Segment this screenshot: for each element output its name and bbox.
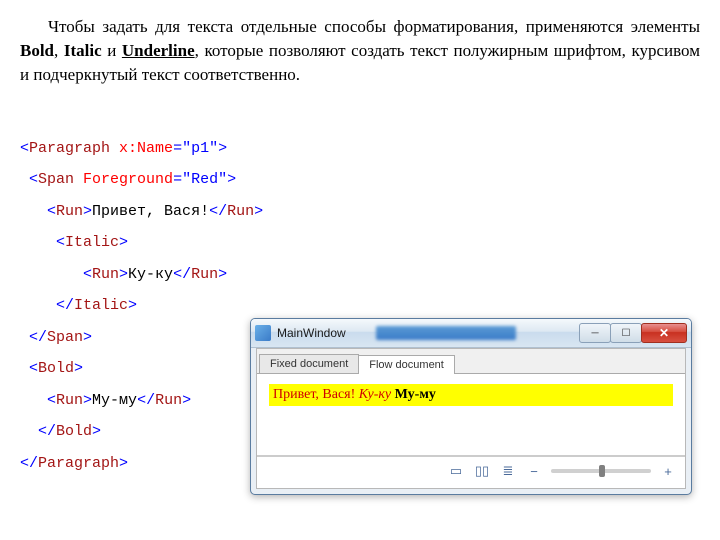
title-blur <box>376 326 516 340</box>
window-title: MainWindow <box>277 326 346 340</box>
app-icon <box>255 325 271 341</box>
scroll-view-icon[interactable]: ≣ <box>499 462 517 480</box>
code-and-window-layout: <Paragraph x:Name="p1"> <Span Foreground… <box>20 101 700 479</box>
status-bar: ▭ ▯▯ ≣ − + <box>257 456 685 485</box>
tab-fixed-document[interactable]: Fixed document <box>259 354 359 373</box>
two-page-view-icon[interactable]: ▯▯ <box>473 462 491 480</box>
zoom-slider[interactable] <box>551 469 651 473</box>
italic-text: Ку-ку <box>359 387 395 402</box>
bold-text: Му-му <box>395 387 436 402</box>
underline-word: Underline <box>122 41 195 60</box>
page-view-icon[interactable]: ▭ <box>447 462 465 480</box>
tab-flow-document[interactable]: Flow document <box>358 355 455 374</box>
rendered-paragraph: Привет, Вася! Ку-ку Му-му <box>269 384 673 406</box>
description-paragraph: Чтобы задать для текста отдельные способ… <box>20 15 700 86</box>
maximize-button[interactable]: ☐ <box>610 323 642 343</box>
zoom-out-button[interactable]: − <box>525 462 543 480</box>
bold-word: Bold <box>20 41 54 60</box>
window-buttons: ─ ☐ ✕ <box>580 323 687 343</box>
minimize-button[interactable]: ─ <box>579 323 611 343</box>
italic-word: Italic <box>64 41 102 60</box>
text: и <box>102 41 122 60</box>
client-area: Fixed document Flow document Привет, Вас… <box>256 348 686 489</box>
tab-strip: Fixed document Flow document <box>257 349 685 374</box>
close-button[interactable]: ✕ <box>641 323 687 343</box>
text: , <box>54 41 64 60</box>
flow-document-viewer[interactable]: Привет, Вася! Ку-ку Му-му <box>257 374 685 456</box>
greeting-text: Привет, Вася! <box>273 387 359 402</box>
zoom-thumb[interactable] <box>599 465 605 477</box>
zoom-in-button[interactable]: + <box>659 462 677 480</box>
titlebar[interactable]: MainWindow ─ ☐ ✕ <box>251 319 691 348</box>
app-window: MainWindow ─ ☐ ✕ Fixed document Flow doc… <box>250 318 692 495</box>
text: Чтобы задать для текста отдельные способ… <box>48 17 700 36</box>
